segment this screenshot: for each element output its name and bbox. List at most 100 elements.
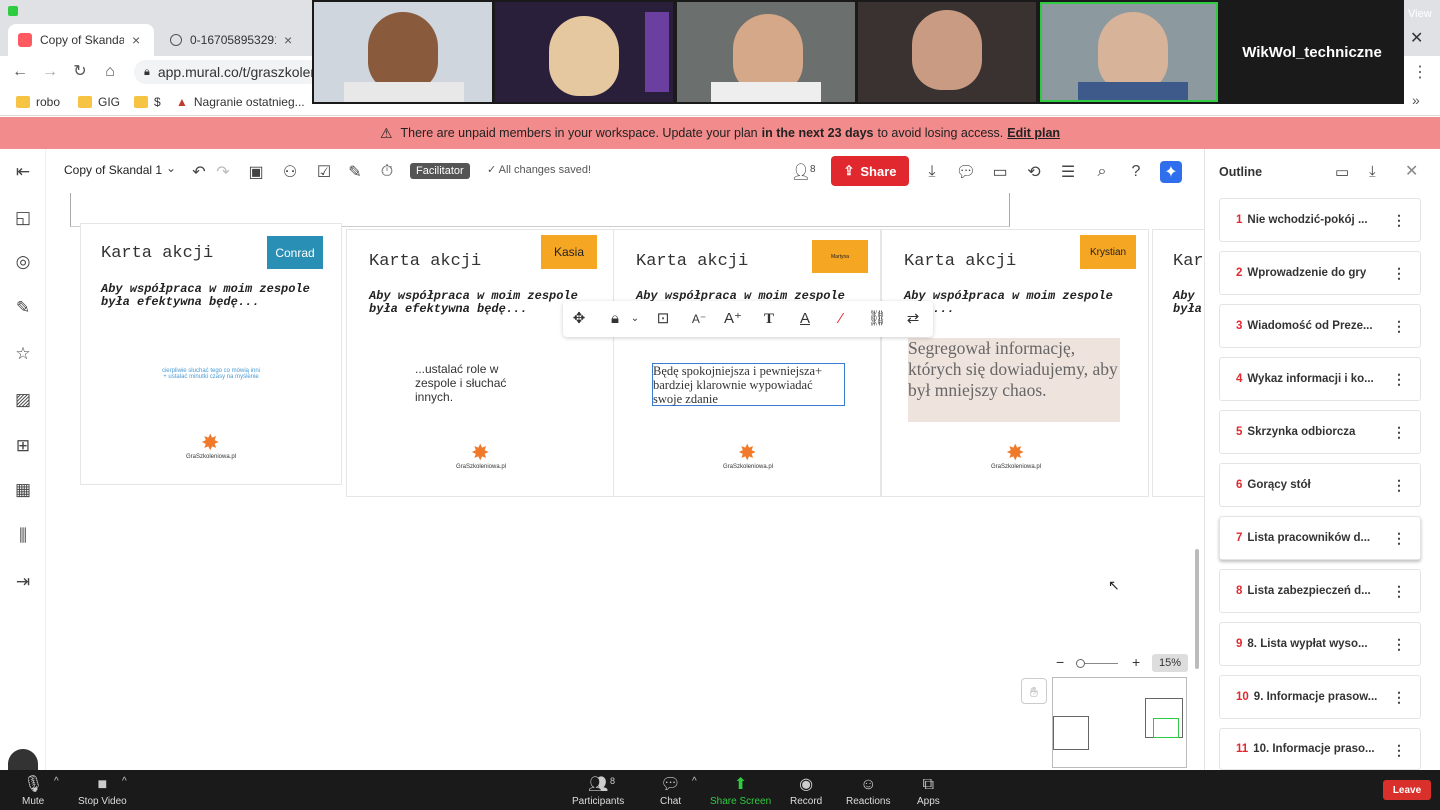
grid-icon[interactable]: ⊞ — [12, 435, 34, 457]
more-vert-icon[interactable]: ⋮ — [1392, 265, 1406, 282]
zoom-out-button[interactable]: − — [1056, 654, 1064, 670]
sticky-note-icon[interactable]: ◱ — [12, 207, 34, 229]
outline-item[interactable]: 10 9. Informacje prasow... ⋮ — [1219, 675, 1421, 719]
close-icon[interactable]: ✕ — [1405, 161, 1418, 181]
download-icon[interactable]: ⤓ — [921, 161, 943, 183]
redo-icon[interactable]: ↷ — [212, 161, 234, 183]
participant-video[interactable] — [495, 2, 673, 102]
action-card[interactable]: Karta akcji Aby współpraca w moim zespol… — [613, 229, 881, 497]
outline-item[interactable]: 4 Wykaz informacji i ko... ⋮ — [1219, 357, 1421, 401]
bookmark-link[interactable]: ▲ Nagranie ostatnieg... — [176, 94, 305, 110]
link-icon[interactable]: ⛓ — [867, 309, 887, 329]
download-icon[interactable]: ⤓ — [1369, 163, 1376, 180]
chat-icon[interactable]: ▭ — [989, 161, 1011, 183]
text-box-content[interactable]: Będę spokojniejsza i pewniejsza+ bardzie… — [653, 364, 843, 406]
back-icon[interactable]: ← — [10, 62, 30, 82]
hand-icon[interactable]: ✋︎ — [1021, 678, 1047, 704]
search-icon[interactable]: ⌕ — [1091, 161, 1113, 183]
more-vert-icon[interactable]: ⋮ — [1392, 530, 1406, 547]
pen-icon[interactable]: ✎ — [12, 297, 34, 319]
comments-icon[interactable]: 💬︎ — [955, 161, 977, 183]
action-card[interactable]: Karta akcji Aby współpraca w moim zespol… — [80, 223, 342, 485]
more-vert-icon[interactable]: ⋮ — [1392, 212, 1406, 229]
minimap[interactable] — [1052, 677, 1187, 768]
outline-item[interactable]: 1 Nie wchodzić-pokój ... ⋮ — [1219, 198, 1421, 242]
stop-video-button[interactable]: ■ Stop Video — [78, 774, 127, 807]
outline-icon[interactable]: ☰ — [1057, 161, 1079, 183]
outline-item-selected[interactable]: 7 Lista pracowników d... ⋮ — [1219, 516, 1421, 560]
bookmark-folder[interactable]: $ — [134, 94, 161, 110]
increase-font-icon[interactable]: A⁺ — [723, 309, 743, 329]
more-vert-icon[interactable]: ⋮ — [1392, 477, 1406, 494]
no-fill-icon[interactable]: ⁄ — [831, 309, 851, 329]
timer-icon[interactable]: ⏱ — [376, 161, 398, 183]
more-vert-icon[interactable]: ⋮ — [1392, 742, 1406, 759]
chevron-down-icon[interactable]: ⌄ — [166, 161, 176, 175]
participant-video[interactable] — [858, 2, 1036, 102]
record-button[interactable]: ◉ Record — [790, 774, 822, 807]
checkbox-icon[interactable]: ☑ — [313, 161, 335, 183]
more-vert-icon[interactable]: ⋮ — [1392, 371, 1406, 388]
board-title[interactable]: Copy of Skandal 1 — [64, 163, 162, 177]
image-icon[interactable]: ▨ — [12, 389, 34, 411]
forward-icon[interactable]: → — [40, 62, 60, 82]
exit-icon[interactable]: ⇤ — [12, 161, 34, 183]
close-icon[interactable]: ✕ — [1410, 28, 1423, 48]
more-bookmarks-icon[interactable]: » — [1412, 92, 1420, 108]
import-icon[interactable]: ⇥ — [12, 571, 34, 593]
frame-icon[interactable]: ▣ — [245, 161, 267, 183]
table-icon[interactable]: ▦ — [12, 479, 34, 501]
user-avatar[interactable] — [8, 749, 38, 770]
chat-button[interactable]: 💬︎ Chat — [660, 774, 681, 807]
action-card[interactable]: Karta akcji Aby współpraca w moim zespol… — [346, 229, 614, 497]
action-card[interactable]: Kar Aby była — [1152, 229, 1204, 497]
laser-icon[interactable]: ✎ — [344, 161, 366, 183]
apps-button[interactable]: ⧉ Apps — [917, 774, 940, 807]
more-options-icon[interactable]: ⇄ — [903, 309, 923, 329]
participant-video-active-speaker[interactable] — [1040, 2, 1218, 102]
outline-item[interactable]: 6 Gorący stół ⋮ — [1219, 463, 1421, 507]
library-icon[interactable]: ⫼ — [12, 525, 34, 547]
minimap-viewport[interactable] — [1153, 718, 1179, 738]
zoom-in-button[interactable]: + — [1132, 654, 1140, 670]
zoom-slider-handle[interactable] — [1076, 659, 1085, 668]
participant-video[interactable] — [677, 2, 855, 102]
mute-button[interactable]: 🎙︎ Mute — [22, 774, 44, 807]
more-vert-icon[interactable]: ⋮ — [1392, 689, 1406, 706]
participant-video[interactable] — [314, 2, 492, 102]
edit-plan-link[interactable]: Edit plan — [1007, 126, 1060, 140]
more-vert-icon[interactable]: ⋮ — [1392, 318, 1406, 335]
star-icon[interactable]: ☆ — [12, 343, 34, 365]
home-icon[interactable]: ⌂ — [100, 62, 120, 82]
outline-item[interactable]: 9 8. Lista wypłat wyso... ⋮ — [1219, 622, 1421, 666]
text-style-icon[interactable]: T — [759, 309, 779, 329]
people-icon[interactable]: ⚇ — [279, 161, 301, 183]
name-tag[interactable]: Krystian — [1080, 235, 1136, 269]
lock-icon[interactable]: 🔒︎ — [605, 309, 625, 329]
more-vert-icon[interactable]: ⋮ — [1392, 424, 1406, 441]
chevron-down-icon[interactable]: ⌄ — [625, 309, 645, 329]
close-icon[interactable]: × — [132, 32, 140, 48]
move-icon[interactable]: ✥ — [569, 309, 589, 329]
facilitator-badge[interactable]: Facilitator — [410, 163, 470, 179]
more-vert-icon[interactable]: ⋮ — [1392, 583, 1406, 600]
action-card[interactable]: Karta akcji Aby współpraca w moim zespol… — [881, 229, 1149, 497]
chevron-up-icon[interactable]: ^ — [54, 776, 59, 787]
zoom-to-fit-icon[interactable]: ⊡ — [653, 309, 673, 329]
bookmark-folder[interactable]: GIG — [78, 94, 120, 110]
url-field[interactable]: 🔒︎ app.mural.co/t/graszkolen — [134, 60, 320, 84]
sticky-note-text[interactable]: ...ustalać role w zespole i słuchać inny… — [415, 362, 535, 404]
members-icon[interactable]: 👤︎ — [790, 161, 812, 183]
share-screen-button[interactable]: ⬆ Share Screen — [710, 774, 771, 807]
ai-sparkle-icon[interactable]: ✦ — [1160, 161, 1182, 183]
decrease-font-icon[interactable]: A⁻ — [689, 309, 709, 329]
leave-button[interactable]: Leave — [1383, 780, 1431, 800]
undo-icon[interactable]: ↶ — [188, 161, 210, 183]
name-tag[interactable]: Martyna — [812, 240, 868, 273]
outline-item[interactable]: 3 Wiadomość od Preze... ⋮ — [1219, 304, 1421, 348]
outline-item[interactable]: 8 Lista zabezpieczeń d... ⋮ — [1219, 569, 1421, 613]
name-tag[interactable]: Conrad — [267, 236, 323, 269]
outline-item[interactable]: 11 10. Informacje praso... ⋮ — [1219, 728, 1421, 770]
chevron-up-icon[interactable]: ^ — [692, 776, 697, 787]
browser-tab-active[interactable]: Copy of Skandal 1 × — [8, 24, 154, 56]
